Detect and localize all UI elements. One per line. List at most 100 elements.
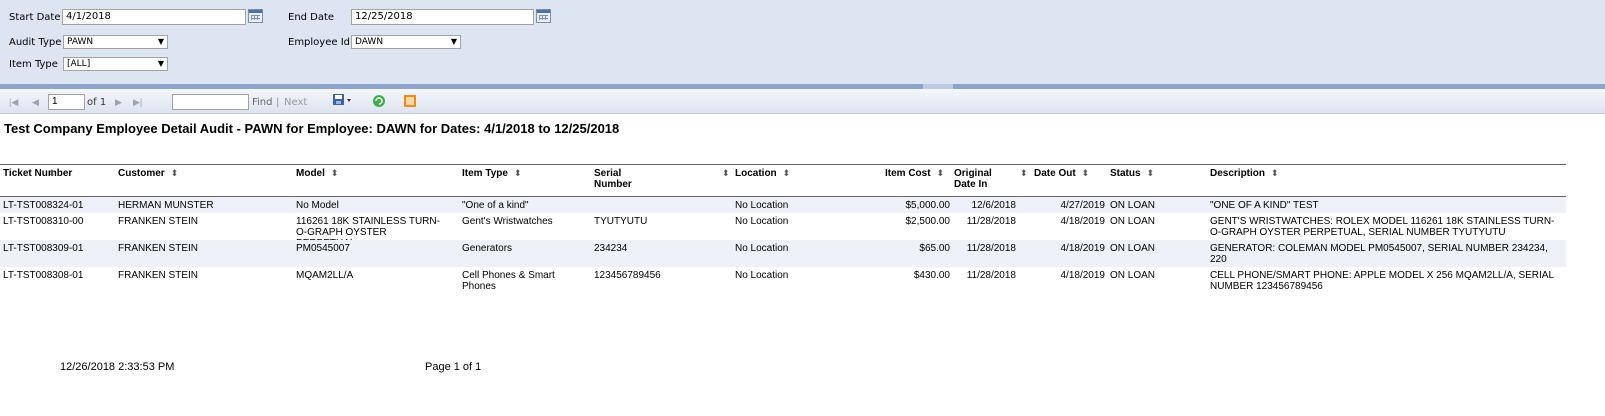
start-date-input[interactable]: 4/1/2018 xyxy=(62,9,246,25)
item-cost-cell: $5,000.00 xyxy=(905,200,951,211)
end-date-calendar-icon[interactable] xyxy=(536,9,551,23)
date-out-cell: 4/18/2019 xyxy=(1060,270,1106,281)
item-type-cell: Gent's Wristwatches xyxy=(462,216,553,227)
employee-id-select[interactable]: DAWN ▼ xyxy=(351,35,461,49)
item-cost-cell: $65.00 xyxy=(919,243,950,254)
description-cell: GENT'S WRISTWATCHES: ROLEX MODEL 116261 … xyxy=(1210,216,1555,238)
sort-icon[interactable]: ⬍ xyxy=(937,168,945,178)
sort-icon[interactable]: ⬍ xyxy=(514,168,522,178)
page-number-input[interactable]: 1 xyxy=(48,94,85,110)
item-type-select[interactable]: [ALL] ▼ xyxy=(63,57,168,71)
item-type-cell: Cell Phones & Smart Phones xyxy=(462,270,555,292)
dropdown-arrow-icon: ▼ xyxy=(157,37,164,46)
start-date-label: Start Date xyxy=(9,12,61,23)
status-cell: ON LOAN xyxy=(1110,216,1156,227)
date-in-cell: 11/28/2018 xyxy=(966,216,1016,227)
header-top-rule xyxy=(0,164,1566,165)
model-cell: PM0545007 xyxy=(296,243,350,254)
serial-cell: TYUTYUTU xyxy=(594,216,648,227)
column-header-location[interactable]: Location ⬍ xyxy=(735,168,790,179)
column-header-serial[interactable]: Serial Number xyxy=(594,168,644,190)
sort-icon[interactable]: ⬍ xyxy=(1082,168,1090,178)
item-cost-cell: $430.00 xyxy=(913,270,950,281)
description-cell: GENERATOR: COLEMAN MODEL PM0545007, SERI… xyxy=(1210,243,1548,265)
location-cell: No Location xyxy=(735,270,789,281)
next-page-icon[interactable]: ▶ xyxy=(115,97,122,108)
end-date-label: End Date xyxy=(288,12,335,23)
item-cost-cell: $2,500.00 xyxy=(905,216,951,227)
date-out-cell: 4/18/2019 xyxy=(1060,216,1106,227)
dropdown-arrow-icon: ▼ xyxy=(157,59,164,68)
page-count-label: of 1 xyxy=(87,97,107,108)
date-in-cell: 11/28/2018 xyxy=(966,243,1016,254)
ticket-cell: LT-TST008308-01 xyxy=(3,270,84,281)
location-cell: No Location xyxy=(735,216,789,227)
dropdown-arrow-icon: ▼ xyxy=(450,37,457,46)
customer-cell: HERMAN MUNSTER xyxy=(118,200,214,211)
sort-icon[interactable]: ⬍ xyxy=(331,168,339,178)
audit-type-select[interactable]: PAWN ▼ xyxy=(63,35,168,49)
status-cell: ON LOAN xyxy=(1110,200,1156,211)
sort-icon[interactable]: ⬍ xyxy=(722,168,730,179)
column-header-item-type[interactable]: Item Type ⬍ xyxy=(462,168,521,179)
end-date-input[interactable]: 12/25/2018 xyxy=(351,9,534,25)
previous-page-icon[interactable]: ◀ xyxy=(32,97,39,108)
report-toolbar: |◀ ◀ 1 of 1 ▶ ▶| Find | Next xyxy=(0,89,1605,114)
status-cell: ON LOAN xyxy=(1110,270,1156,281)
ticket-cell: LT-TST008324-01 xyxy=(3,200,84,211)
audit-type-value: PAWN xyxy=(67,37,94,47)
status-cell: ON LOAN xyxy=(1110,243,1156,254)
item-type-label: Item Type xyxy=(9,59,58,70)
table-row: LT-TST008309-01 FRANKEN STEIN PM0545007 … xyxy=(0,240,1566,267)
sort-icon[interactable]: ⬍ xyxy=(171,168,179,178)
date-in-cell: 12/6/2018 xyxy=(971,200,1017,211)
print-layout-icon[interactable] xyxy=(403,94,417,113)
description-cell: "ONE OF A KIND" TEST xyxy=(1210,200,1319,211)
item-type-value: [ALL] xyxy=(67,59,91,69)
refresh-icon[interactable] xyxy=(372,94,386,113)
column-header-item-cost[interactable]: Item Cost ⬍ xyxy=(885,168,944,179)
location-cell: No Location xyxy=(735,243,789,254)
location-cell: No Location xyxy=(735,200,789,211)
column-header-description[interactable]: Description ⬍ xyxy=(1210,168,1279,179)
table-row: LT-TST008308-01 FRANKEN STEIN MQAM2LL/A … xyxy=(0,267,1566,295)
column-header-date-out[interactable]: Date Out ⬍ xyxy=(1034,168,1089,179)
last-page-icon[interactable]: ▶| xyxy=(133,97,142,108)
customer-cell: FRANKEN STEIN xyxy=(118,270,199,281)
start-date-calendar-icon[interactable] xyxy=(248,9,263,23)
model-cell: No Model xyxy=(296,200,339,211)
first-page-icon[interactable]: |◀ xyxy=(9,97,18,108)
report-title: Test Company Employee Detail Audit - PAW… xyxy=(4,121,620,136)
column-header-status[interactable]: Status ⬍ xyxy=(1110,168,1154,179)
column-header-model[interactable]: Model ⬍ xyxy=(296,168,338,179)
column-header-original-date-in[interactable]: Original Date In xyxy=(954,168,999,190)
find-separator: | xyxy=(276,97,280,108)
serial-cell: 234234 xyxy=(594,243,628,254)
table-row: LT-TST008324-01 HERMAN MUNSTER No Model … xyxy=(0,197,1566,213)
item-type-cell: Generators xyxy=(462,243,513,254)
ticket-cell: LT-TST008310-00 xyxy=(3,216,84,227)
table-row: LT-TST008310-00 FRANKEN STEIN 116261 18K… xyxy=(0,213,1566,249)
page-indicator: Page 1 of 1 xyxy=(425,361,482,373)
column-header-ticket[interactable]: Ticket Number xyxy=(3,168,78,179)
customer-cell: FRANKEN STEIN xyxy=(118,216,199,227)
next-button[interactable]: Next xyxy=(284,97,307,108)
audit-type-label: Audit Type xyxy=(9,37,62,48)
date-out-cell: 4/18/2019 xyxy=(1060,243,1106,254)
employee-id-value: DAWN xyxy=(355,37,384,47)
column-header-customer[interactable]: Customer ⬍ xyxy=(118,168,178,179)
report-timestamp: 12/26/2018 2:33:53 PM xyxy=(60,361,175,373)
find-input[interactable] xyxy=(172,94,249,110)
date-out-cell: 4/27/2019 xyxy=(1060,200,1106,211)
sort-icon[interactable]: ⬍ xyxy=(1020,168,1028,179)
export-icon[interactable] xyxy=(332,93,354,112)
find-button[interactable]: Find xyxy=(252,97,273,108)
sort-icon[interactable]: ⬍ xyxy=(48,168,56,179)
customer-cell: FRANKEN STEIN xyxy=(118,243,199,254)
date-in-cell: 11/28/2018 xyxy=(966,270,1016,281)
item-type-cell: "One of a kind" xyxy=(462,200,529,211)
parameter-panel: Start Date 4/1/2018 End Date 12/25/2018 … xyxy=(0,0,1605,84)
sort-icon[interactable]: ⬍ xyxy=(1147,168,1155,178)
sort-icon[interactable]: ⬍ xyxy=(1271,168,1279,178)
sort-icon[interactable]: ⬍ xyxy=(783,168,791,178)
